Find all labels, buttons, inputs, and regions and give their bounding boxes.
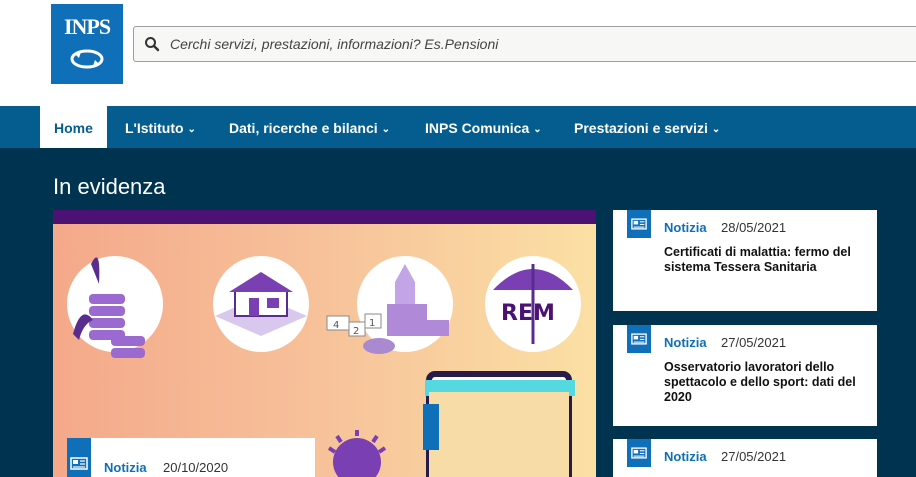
nav-item-home[interactable]: Home	[40, 106, 107, 148]
news-date: 27/05/2021	[721, 449, 787, 464]
nav-item-label: INPS Comunica	[425, 120, 530, 136]
news-type-label[interactable]: Notizia	[664, 220, 707, 235]
feature-type-label[interactable]: Notizia	[104, 460, 147, 475]
nav-item-label: Prestazioni e servizi	[574, 120, 708, 136]
newspaper-icon	[631, 218, 647, 230]
feature-meta: Notizia 20/10/2020	[67, 438, 315, 477]
search-input[interactable]	[170, 31, 870, 57]
section-title: In evidenza	[53, 174, 166, 199]
news-card[interactable]: Notizia 27/05/2021 Osservatorio lavorato…	[613, 325, 877, 426]
news-type-label[interactable]: Notizia	[664, 335, 707, 350]
nav-item-prestazioni[interactable]: Prestazioni e servizi ⌄	[574, 106, 720, 148]
chevron-down-icon: ⌄	[711, 124, 721, 135]
illustration-rem-text: REM	[501, 301, 555, 326]
feature-type-icon-box	[67, 438, 91, 477]
inps-logo[interactable]: INPS	[51, 4, 123, 84]
featured-news-card[interactable]: 4 2 1 REM Notizia 20/10/2020	[53, 210, 596, 477]
news-type-icon-box	[627, 439, 651, 467]
illustration-digit: 2	[353, 326, 359, 337]
logo-emblem-icon	[70, 49, 104, 69]
search-bar[interactable]	[133, 26, 916, 62]
site-header: INPS	[0, 0, 916, 106]
chevron-down-icon: ⌄	[187, 124, 196, 135]
news-type-icon-box	[627, 210, 651, 238]
news-type-icon-box	[627, 325, 651, 353]
newspaper-icon	[70, 457, 88, 470]
newspaper-icon	[631, 447, 647, 459]
feature-date: 20/10/2020	[163, 460, 229, 475]
nav-item-dati[interactable]: Dati, ricerche e bilanci ⌄	[229, 106, 390, 148]
illustration-digit: 4	[333, 320, 339, 331]
search-icon[interactable]	[144, 36, 160, 52]
chevron-down-icon: ⌄	[533, 124, 542, 135]
nav-item-comunica[interactable]: INPS Comunica ⌄	[425, 106, 542, 148]
newspaper-icon	[631, 333, 647, 345]
main-content: In evidenza 4 2 1 REM Notizia 20/10/2020…	[0, 148, 916, 477]
nav-item-label: Dati, ricerche e bilanci	[229, 120, 378, 136]
news-date: 28/05/2021	[721, 220, 787, 235]
news-date: 27/05/2021	[721, 335, 787, 350]
news-title[interactable]: Osservatorio lavoratori dello spettacolo…	[664, 360, 869, 405]
nav-item-label: L'Istituto	[125, 120, 184, 136]
main-navigation: Home L'Istituto ⌄ Dati, ricerche e bilanc…	[0, 106, 916, 148]
chevron-down-icon: ⌄	[381, 124, 391, 135]
nav-item-istituto[interactable]: L'Istituto ⌄	[125, 106, 196, 148]
feature-top-bar	[53, 210, 596, 224]
news-title[interactable]: Certificati di malattia: fermo del siste…	[664, 245, 869, 275]
news-card[interactable]: Notizia 27/05/2021	[613, 439, 877, 477]
logo-text: INPS	[63, 14, 111, 39]
nav-item-label: Home	[54, 120, 93, 136]
illustration-digit: 1	[369, 318, 375, 329]
news-card[interactable]: Notizia 28/05/2021 Certificati di malatt…	[613, 210, 877, 311]
news-type-label[interactable]: Notizia	[664, 449, 707, 464]
